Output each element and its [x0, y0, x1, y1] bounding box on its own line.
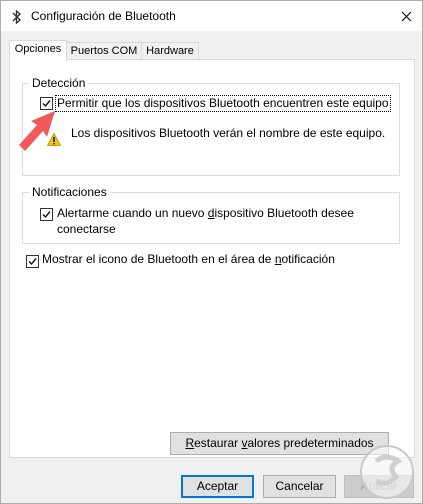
checkmark-icon	[28, 258, 37, 266]
accept-button[interactable]: Aceptar	[181, 475, 254, 498]
tab-opciones[interactable]: Opciones	[9, 40, 67, 61]
new-device-alert-checkbox[interactable]	[40, 208, 53, 221]
discovery-warning-text: Los dispositivos Bluetooth verán el nomb…	[71, 126, 386, 140]
bluetooth-settings-window: Configuración de Bluetooth Opciones Puer…	[0, 0, 423, 504]
deteccion-legend: Detección	[29, 76, 89, 90]
new-device-alert-label[interactable]: Alertarme cuando un nuevo dispositivo Bl…	[57, 206, 354, 221]
tab-hardware[interactable]: Hardware	[141, 42, 199, 60]
checkmark-icon	[42, 211, 51, 219]
new-device-alert-label-line2[interactable]: conectarse	[57, 222, 116, 237]
cancel-button[interactable]: Cancelar	[263, 475, 336, 498]
window-title: Configuración de Bluetooth	[31, 9, 176, 23]
options-panel: Detección Permitir que los dispositivos …	[9, 59, 415, 458]
bluetooth-icon	[12, 9, 22, 25]
deteccion-group: Detección Permitir que los dispositivos …	[22, 76, 400, 176]
close-button[interactable]	[390, 1, 422, 31]
watermark-logo-icon	[360, 445, 414, 499]
tab-puertos-com[interactable]: Puertos COM	[66, 42, 142, 60]
close-icon	[401, 11, 411, 21]
checkmark-icon	[42, 100, 51, 108]
title-bar: Configuración de Bluetooth	[1, 1, 422, 31]
pointer-arrow-icon	[19, 111, 55, 151]
show-tray-icon-label[interactable]: Mostrar el icono de Bluetooth en el área…	[42, 252, 335, 267]
notificaciones-group: Notificaciones Alertarme cuando un nuevo…	[22, 185, 400, 244]
allow-discovery-label[interactable]: Permitir que los dispositivos Bluetooth …	[55, 95, 391, 112]
notificaciones-legend: Notificaciones	[29, 185, 110, 199]
show-tray-icon-checkbox[interactable]	[26, 255, 39, 268]
